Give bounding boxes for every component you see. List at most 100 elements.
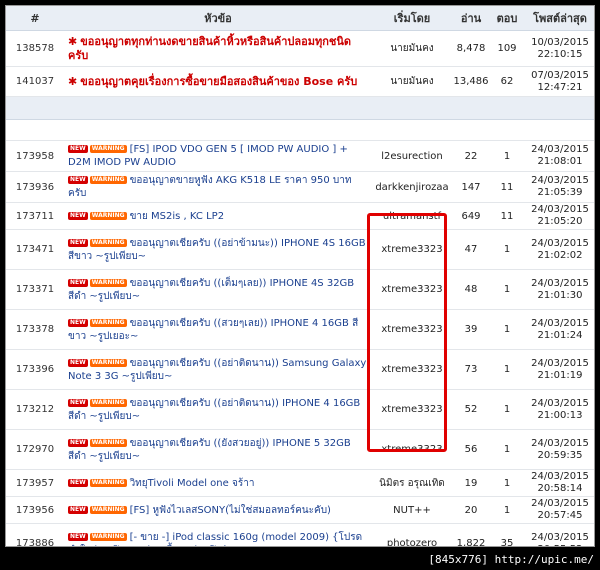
- topic-author[interactable]: นิมิตร อรุณเทิด: [372, 469, 452, 497]
- topic-last-post[interactable]: 24/03/2015 21:01:30: [524, 269, 594, 310]
- topic-id: 173471: [6, 229, 64, 270]
- last-post-date: 24/03/2015: [531, 498, 589, 509]
- topic-views: 52: [452, 389, 490, 430]
- col-header-views[interactable]: อ่าน: [452, 6, 490, 31]
- watermark: [845x776] http://upic.me/: [428, 553, 594, 566]
- topic-replies: 11: [490, 202, 524, 230]
- topic-author[interactable]: l2esurection: [372, 140, 452, 172]
- topic-id: 173936: [6, 171, 64, 203]
- topic-id: 173378: [6, 309, 64, 350]
- topic-last-post[interactable]: 24/03/2015 21:00:13: [524, 389, 594, 430]
- topic-row: 173212 NEW WARNING ขออนุญาตเชียครับ ((อย่าต…: [6, 389, 594, 430]
- new-badge-icon: NEW: [68, 318, 88, 327]
- topic-views: 39: [452, 309, 490, 350]
- topic-title-link[interactable]: [FS] หูฟังไวเลสSONY(ไม่ใช่สมอลทอร์คนะคับ…: [130, 505, 331, 516]
- last-post-date: 10/03/2015: [531, 36, 589, 48]
- topic-last-post[interactable]: 24/03/2015 21:01:19: [524, 349, 594, 390]
- last-post-date: 24/03/2015: [531, 144, 589, 155]
- col-header-author[interactable]: เริ่มโดย: [372, 6, 452, 31]
- topic-author[interactable]: นายมันคง: [372, 66, 452, 97]
- topic-author[interactable]: photozero: [372, 523, 452, 546]
- warning-badge-icon: WARNING: [89, 278, 127, 287]
- topic-title-link[interactable]: ขาย MS2is , KC LP2: [130, 211, 225, 222]
- topic-author[interactable]: นายมันคง: [372, 30, 452, 67]
- topic-author[interactable]: xtreme3323: [372, 389, 452, 430]
- topic-author[interactable]: xtreme3323: [372, 269, 452, 310]
- warning-badge-icon: WARNING: [89, 478, 127, 487]
- topic-views: 1,822: [452, 523, 490, 546]
- topic-id: 173958: [6, 140, 64, 172]
- new-badge-icon: NEW: [68, 238, 88, 247]
- topic-table: # หัวข้อ เริ่มโดย อ่าน ตอบ โพสต์ล่าสุด 1…: [6, 6, 594, 547]
- topic-id: 138578: [6, 30, 64, 67]
- warning-badge-icon: WARNING: [89, 176, 127, 184]
- topic-title-link[interactable]: ขออนุญาตทุกท่านงดขายสินค้าหิ้วหรือสินค้า…: [68, 35, 351, 62]
- new-badge-icon: NEW: [68, 532, 88, 541]
- topic-id: 173956: [6, 496, 64, 524]
- topic-views: 8,478: [452, 30, 490, 67]
- topic-id: 172970: [6, 429, 64, 470]
- warning-badge-icon: WARNING: [89, 398, 127, 407]
- warning-badge-icon: WARNING: [89, 438, 127, 447]
- topic-replies: 35: [490, 523, 524, 546]
- last-post-date: 24/03/2015: [531, 237, 589, 249]
- topic-author[interactable]: xtreme3323: [372, 309, 452, 350]
- last-post-time: 21:02:02: [537, 249, 583, 261]
- topic-author[interactable]: darkkenjirozaa: [372, 171, 452, 203]
- topic-replies: 1: [490, 469, 524, 497]
- topic-last-post[interactable]: 24/03/2015 20:57:45: [524, 496, 594, 524]
- topic-title-link[interactable]: วิทยุTivoli Model one จร้าา: [130, 478, 255, 489]
- topic-title-cell: ✱ ขออนุญาตทุกท่านงดขายสินค้าหิ้วหรือสินค้…: [64, 30, 372, 67]
- last-post-time: 21:05:39: [537, 187, 583, 198]
- topic-row: 173936 NEW WARNING ขออนุญาตขายหูฟัง AKG K51…: [6, 171, 594, 203]
- topic-last-post[interactable]: 07/03/2015 12:47:21: [524, 66, 594, 97]
- topic-last-post[interactable]: 24/03/2015 21:01:24: [524, 309, 594, 350]
- topic-replies: 11: [490, 171, 524, 203]
- topic-title-cell: NEW WARNING วิทยุTivoli Model one จร้าา: [64, 469, 372, 497]
- topic-author[interactable]: ultramanstf: [372, 202, 452, 230]
- topic-author[interactable]: xtreme3323: [372, 229, 452, 270]
- last-post-time: 20:55:52: [538, 544, 583, 547]
- warning-badge-icon: WARNING: [89, 358, 127, 367]
- sticky-topic-row: 138578 ✱ ขออนุญาตทุกท่านงดขายสินค้าหิ้วหรื…: [6, 30, 594, 67]
- topic-author[interactable]: xtreme3323: [372, 349, 452, 390]
- topic-title-link[interactable]: ขออนุญาตคุยเรื่องการซื้อขายมือสองสินค้าข…: [80, 75, 357, 88]
- last-post-time: 21:08:01: [537, 156, 583, 167]
- last-post-time: 21:00:13: [537, 409, 583, 421]
- topic-id: 173711: [6, 202, 64, 230]
- topic-author[interactable]: xtreme3323: [372, 429, 452, 470]
- topic-last-post[interactable]: 24/03/201520:55:52: [524, 523, 594, 547]
- topic-last-post[interactable]: 24/03/2015 20:59:35: [524, 429, 594, 470]
- col-header-last-post[interactable]: โพสต์ล่าสุด: [524, 6, 594, 31]
- col-header-number[interactable]: #: [6, 6, 64, 31]
- topic-author[interactable]: NUT++: [372, 496, 452, 524]
- last-post-time: 22:10:15: [537, 48, 583, 60]
- topic-title-cell: NEW WARNING ขออนุญาตเชียครับ ((อย่าข้ามนะ)…: [64, 229, 372, 270]
- last-post-time: 20:59:35: [537, 449, 583, 461]
- warning-badge-icon: WARNING: [89, 238, 127, 247]
- topic-last-post[interactable]: 24/03/2015 21:05:20: [524, 202, 594, 230]
- col-header-title[interactable]: หัวข้อ: [64, 6, 372, 31]
- topic-last-post[interactable]: 24/03/2015 21:05:39: [524, 171, 594, 203]
- warning-badge-icon: WARNING: [89, 211, 127, 220]
- topic-last-post[interactable]: 24/03/2015 21:08:01: [524, 140, 594, 172]
- topic-title-cell: NEW WARNING ขออนุญาตเชียครับ ((สวยๆเลย)) I…: [64, 309, 372, 350]
- topic-id: 173212: [6, 389, 64, 430]
- new-badge-icon: NEW: [68, 176, 88, 184]
- topic-views: 48: [452, 269, 490, 310]
- last-post-date: 24/03/2015: [531, 471, 589, 482]
- topic-row: 173958 NEW WARNING [FS] IPOD VDO GEN 5 [ IM…: [6, 140, 594, 172]
- topic-row: 173711 NEW WARNING ขาย MS2is , KC LP2 ultram…: [6, 202, 594, 230]
- last-post-time: 21:05:20: [537, 216, 583, 227]
- topic-row: 173396 NEW WARNING ขออนุญาตเชียครับ ((อย่าต…: [6, 349, 594, 390]
- last-post-date: 24/03/2015: [531, 397, 589, 409]
- topic-row: 173956 NEW WARNING [FS] หูฟังไวเลสSONY(ไม่ใ…: [6, 496, 594, 524]
- col-header-replies[interactable]: ตอบ: [490, 6, 524, 31]
- topic-last-post[interactable]: 24/03/2015 21:02:02: [524, 229, 594, 270]
- last-post-time: 21:01:30: [537, 289, 583, 301]
- topic-last-post[interactable]: 24/03/2015 20:58:14: [524, 469, 594, 497]
- topic-replies: 1: [490, 229, 524, 270]
- topic-title-cell: NEW WARNING ขออนุญาตเชียครับ ((เต็มๆเลย)) …: [64, 269, 372, 310]
- topic-title-cell: NEW WARNING ขออนุญาตเชียครับ ((อย่าติดนาน)…: [64, 349, 372, 390]
- topic-last-post[interactable]: 10/03/2015 22:10:15: [524, 30, 594, 67]
